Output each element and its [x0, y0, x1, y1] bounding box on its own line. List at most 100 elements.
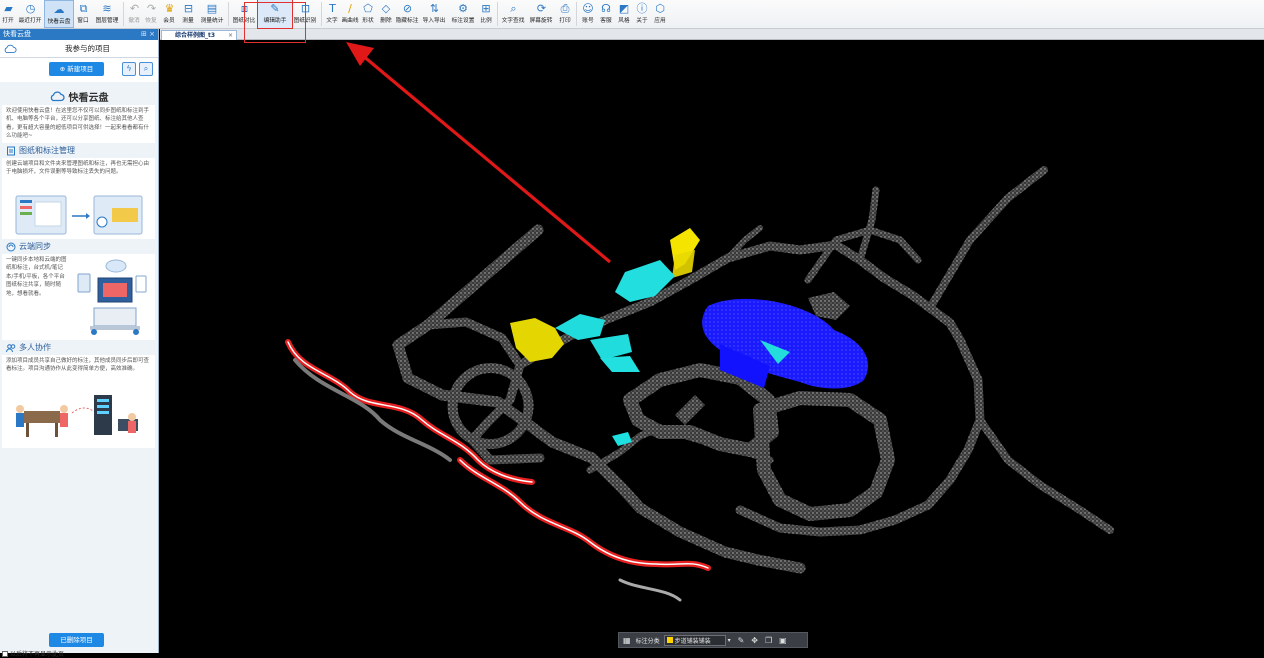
inner-loops	[623, 363, 895, 521]
toolbar-button-label: 快看云盘	[47, 18, 71, 25]
toolbar-button-label: 图层管理	[95, 17, 119, 24]
cloud-icon: ☁	[53, 3, 65, 16]
ruler-icon: ⊟	[183, 2, 194, 15]
toolbar-button-compare[interactable]: ⧈ 图纸对比	[231, 0, 258, 28]
sync-button[interactable]: ϟ	[122, 62, 136, 76]
redo-icon: ↷	[146, 2, 157, 15]
my-projects-title: 我参与的项目	[65, 44, 110, 53]
category-label: 标注分类	[635, 637, 660, 645]
rotate-icon: ⟳	[536, 2, 547, 15]
toolbar-button-annotation-settings[interactable]: ⚙ 标注设置	[449, 0, 477, 28]
brand-caption-text: 快看云盘	[68, 92, 109, 104]
search-button[interactable]: ⌕	[139, 62, 153, 76]
import-export-icon: ⇅	[429, 2, 440, 15]
toolbar-button-measure-stats[interactable]: ▤ 测量统计	[198, 0, 226, 28]
section-title-collab: 多人协作	[2, 340, 155, 355]
toolbar-button-label: 打印	[559, 17, 571, 24]
toolbar-button-headset[interactable]: ☊ 客服	[597, 0, 615, 28]
toolbar-button-label: 导入导出	[423, 17, 446, 24]
toolbar-button-style[interactable]: ◩ 风格	[615, 0, 633, 28]
cloud-sidebar: 快看云盘 ⊞ × 我参与的项目 ⊕ 新建项目 ϟ ⌕ 快看云盘 欢迎使用快看云盘…	[0, 29, 159, 658]
edit-icon[interactable]: ✎	[738, 636, 745, 645]
users-icon	[6, 343, 16, 352]
toolbar-button-print[interactable]: ⎙ 打印	[556, 0, 574, 28]
toolbar-button-label: 图纸对比	[233, 17, 256, 24]
toolbar-button-scale[interactable]: ⊞ 比例	[477, 0, 495, 28]
section-text-management: 创建云端项目和文件夹来管理图纸和标注，再也无需担心由于电脑损坏，文件误删等导致标…	[2, 158, 155, 192]
toolbar-button-label: 删除	[380, 17, 392, 24]
toolbar-button-folder[interactable]: ▰ 打开	[0, 0, 17, 28]
section-title-text: 多人协作	[19, 343, 51, 352]
toolbar-button-label: 账号	[582, 17, 594, 24]
collab-illustration	[2, 389, 155, 448]
toolbar-button-history[interactable]: ◷ 最近打开	[17, 0, 44, 28]
toolbar-button-label: 客服	[600, 17, 612, 24]
toolbar-button-vip[interactable]: ♛ 会员	[160, 0, 179, 28]
toolbar-button-label: 隐藏标注	[396, 17, 419, 24]
toolbar-button-undo[interactable]: ↶ 撤消	[126, 0, 143, 28]
toolbar-button-label: 撤消	[128, 17, 141, 24]
dont-show-again-checkbox[interactable]: 以后将不再显示此页	[2, 649, 64, 658]
copy-icon[interactable]: ❐	[765, 636, 772, 645]
sidebar-pin-close-icon[interactable]: ⊞ ×	[141, 29, 155, 40]
chevron-down-icon[interactable]: ▾	[728, 637, 731, 644]
tab-document[interactable]: 综合样例图_t3 ×	[161, 30, 237, 40]
toolbar-button-eraser[interactable]: ◇ 删除	[377, 0, 395, 28]
checkbox-box[interactable]	[2, 650, 8, 657]
history-icon: ◷	[25, 2, 36, 15]
toolbar-button-redo[interactable]: ↷ 恢复	[143, 0, 160, 28]
sidebar-intro: 快看云盘 欢迎使用快看云盘！在这里您不仅可以同步图纸和标注到手机、电脑等各个平台…	[2, 87, 155, 620]
sidebar-actions: ⊕ 新建项目 ϟ ⌕	[0, 58, 158, 82]
section-text-collab: 添加项目成员共享自己做好的标注，其他成员同步后即可查看标注。项目沟通协作从此变得…	[2, 355, 155, 389]
toolbar-button-label: 应用	[654, 17, 666, 24]
cloud-sync-icon	[6, 242, 16, 251]
toolbar-button-account[interactable]: ☺ 账号	[579, 0, 597, 28]
toolbar-button-ruler[interactable]: ⊟ 测量	[179, 0, 198, 28]
toolbar-button-label: 打开	[2, 17, 15, 24]
toolbar-button-edit-assistant-highlighted[interactable]: ✎ 编辑助手	[257, 0, 293, 29]
grid-icon[interactable]: ▦	[623, 636, 631, 645]
toolbar-button-shape[interactable]: ⬠ 形状	[359, 0, 377, 28]
toolbar-button-hide[interactable]: ⊘ 隐藏标注	[395, 0, 420, 28]
cloud-logo-icon	[50, 90, 65, 101]
toolbar-button-rotate[interactable]: ⟳ 屏幕旋转	[527, 0, 556, 28]
toolbar-button-info[interactable]: ⓘ 关于	[633, 0, 651, 28]
toolbar-button-text-search[interactable]: ⌕ 文字查找	[500, 0, 527, 28]
move-icon[interactable]: ✥	[751, 636, 758, 645]
measure-stats-icon: ▤	[206, 2, 218, 15]
toolbar-button-import-export[interactable]: ⇅ 导入导出	[420, 0, 449, 28]
toolbar-button-layers[interactable]: ≋ 图层管理	[93, 0, 121, 28]
management-illustration	[2, 192, 155, 239]
deleted-projects-button[interactable]: 已删除项目	[49, 633, 104, 647]
shape-icon: ⬠	[363, 2, 373, 15]
toolbar-button-label: 文字查找	[502, 17, 525, 24]
toolbar-button-text[interactable]: T 文字	[324, 0, 341, 28]
toolbar-button-apps[interactable]: ⬡ 应用	[651, 0, 669, 28]
document-icon	[7, 146, 15, 155]
drawing-canvas[interactable]	[160, 40, 1264, 653]
toolbar-button-cloud[interactable]: ☁ 快看云盘	[44, 0, 74, 28]
undo-icon: ↶	[129, 2, 140, 15]
text-icon: T	[329, 2, 336, 15]
window-icon: ⧉	[79, 2, 88, 15]
paste-icon[interactable]: ▣	[779, 636, 787, 645]
category-select[interactable]: 步道铺装铺装	[663, 634, 726, 646]
section-title-management: 图纸和标注管理	[2, 143, 155, 158]
sync-illustration	[77, 259, 147, 335]
toolbar-button-label: 最近打开	[19, 17, 42, 24]
sync-block: 一键同步本地和云端的图纸和标注，台式机/笔记本/手机/平板，各个平台图纸标注共享…	[2, 254, 155, 340]
toolbar-button-label: 图纸识别	[294, 17, 317, 24]
toolbar-button-label: 屏幕旋转	[530, 17, 553, 24]
new-project-button[interactable]: ⊕ 新建项目	[49, 62, 104, 76]
category-color-swatch	[666, 637, 673, 643]
toolbar-button-curve[interactable]: ∕ 画曲线	[341, 0, 359, 28]
tab-close-icon[interactable]: ×	[228, 31, 233, 40]
info-icon: ⓘ	[636, 2, 648, 15]
sidebar-subheader: 我参与的项目	[0, 40, 158, 58]
eraser-icon: ◇	[381, 2, 391, 15]
section-text-sync: 一键同步本地和云端的图纸和标注，台式机/笔记本/手机/平板，各个平台图纸标注共享…	[2, 254, 74, 340]
toolbar-button-window[interactable]: ⧉ 窗口	[74, 0, 93, 28]
toolbar-separator	[228, 2, 229, 26]
toolbar-separator	[497, 2, 498, 26]
toolbar-button-recognize[interactable]: ⊡ 图纸识别	[292, 0, 319, 28]
